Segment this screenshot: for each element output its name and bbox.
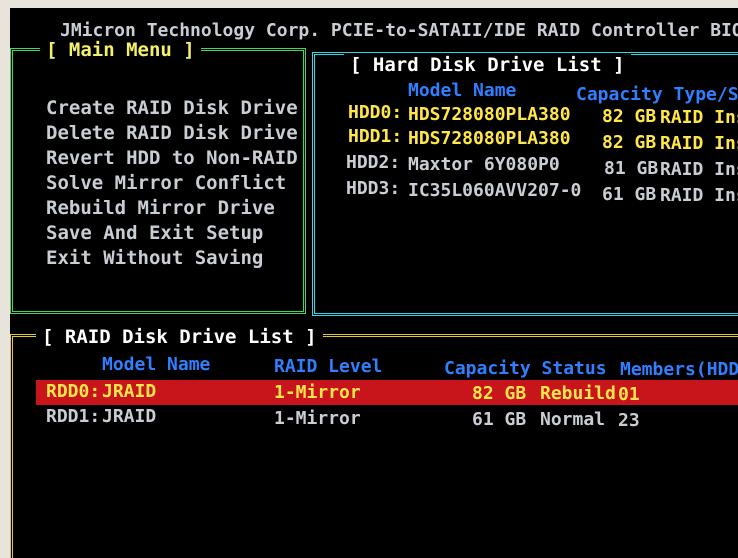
menu-item-solve-mirror[interactable]: Solve Mirror Conflict: [46, 171, 286, 195]
menu-item-rebuild-mirror[interactable]: Rebuild Mirror Drive: [46, 196, 275, 220]
raid-members: 01: [618, 384, 640, 405]
hdd-type: RAID Insi: [660, 185, 738, 206]
menu-item-exit-no-save[interactable]: Exit Without Saving: [46, 246, 263, 270]
raid-level: 1-Mirror: [274, 382, 361, 403]
raid-header-capacity-status: Capacity Status: [444, 358, 607, 379]
raid-status: Rebuild: [540, 383, 616, 404]
raid-id: RDD0:: [46, 381, 101, 402]
hdd-type: RAID Insi: [660, 107, 738, 128]
menu-item-delete-raid[interactable]: Delete RAID Disk Drive: [46, 121, 298, 145]
hdd-capacity: 61 GB: [602, 184, 657, 205]
raid-status: Normal: [540, 409, 606, 430]
hdd-type: RAID Insi: [660, 133, 738, 154]
menu-item-create-raid[interactable]: Create RAID Disk Drive: [46, 96, 298, 120]
raid-members: 23: [618, 410, 640, 431]
hdd-type: RAID Insi: [660, 159, 738, 180]
hdd-id: HDD2:: [346, 152, 401, 173]
hdd-model: Maxtor 6Y080P0: [408, 154, 560, 175]
raid-capacity: 82 GB: [472, 383, 527, 404]
bios-screen: JMicron Technology Corp. PCIE-to-SATAII/…: [10, 8, 738, 558]
hdd-capacity: 81 GB: [604, 158, 659, 179]
menu-item-save-exit[interactable]: Save And Exit Setup: [46, 221, 263, 245]
main-menu-title: [ Main Menu ]: [40, 39, 201, 61]
raid-list-title: [ RAID Disk Drive List ]: [36, 326, 323, 348]
menu-item-revert-hdd[interactable]: Revert HDD to Non-RAID: [46, 146, 298, 170]
raid-model: JRAID: [102, 381, 157, 402]
raid-header-members: Members(HDDx): [620, 359, 738, 380]
raid-model: JRAID: [102, 406, 157, 427]
raid-capacity: 61 GB: [472, 409, 527, 430]
hdd-capacity: 82 GB: [602, 132, 657, 153]
hdd-id: HDD0:: [348, 102, 403, 123]
raid-id: RDD1:: [46, 406, 101, 427]
raid-header-model: Model Name: [102, 354, 211, 375]
hdd-id: HDD1:: [348, 126, 403, 147]
hdd-capacity: 82 GB: [602, 106, 657, 127]
hdd-list-title: [ Hard Disk Drive List ]: [344, 54, 631, 76]
hdd-model: HDS728080PLA380: [408, 128, 571, 149]
hdd-model: HDS728080PLA380: [408, 104, 571, 125]
raid-header-level: RAID Level: [274, 356, 383, 377]
hdd-header-capacity-type: Capacity Type/Stat: [576, 84, 738, 105]
hdd-header-model: Model Name: [408, 80, 517, 101]
hdd-id: HDD3:: [346, 178, 401, 199]
hdd-model: IC35L060AVV207-0: [408, 180, 582, 201]
raid-level: 1-Mirror: [274, 408, 361, 429]
